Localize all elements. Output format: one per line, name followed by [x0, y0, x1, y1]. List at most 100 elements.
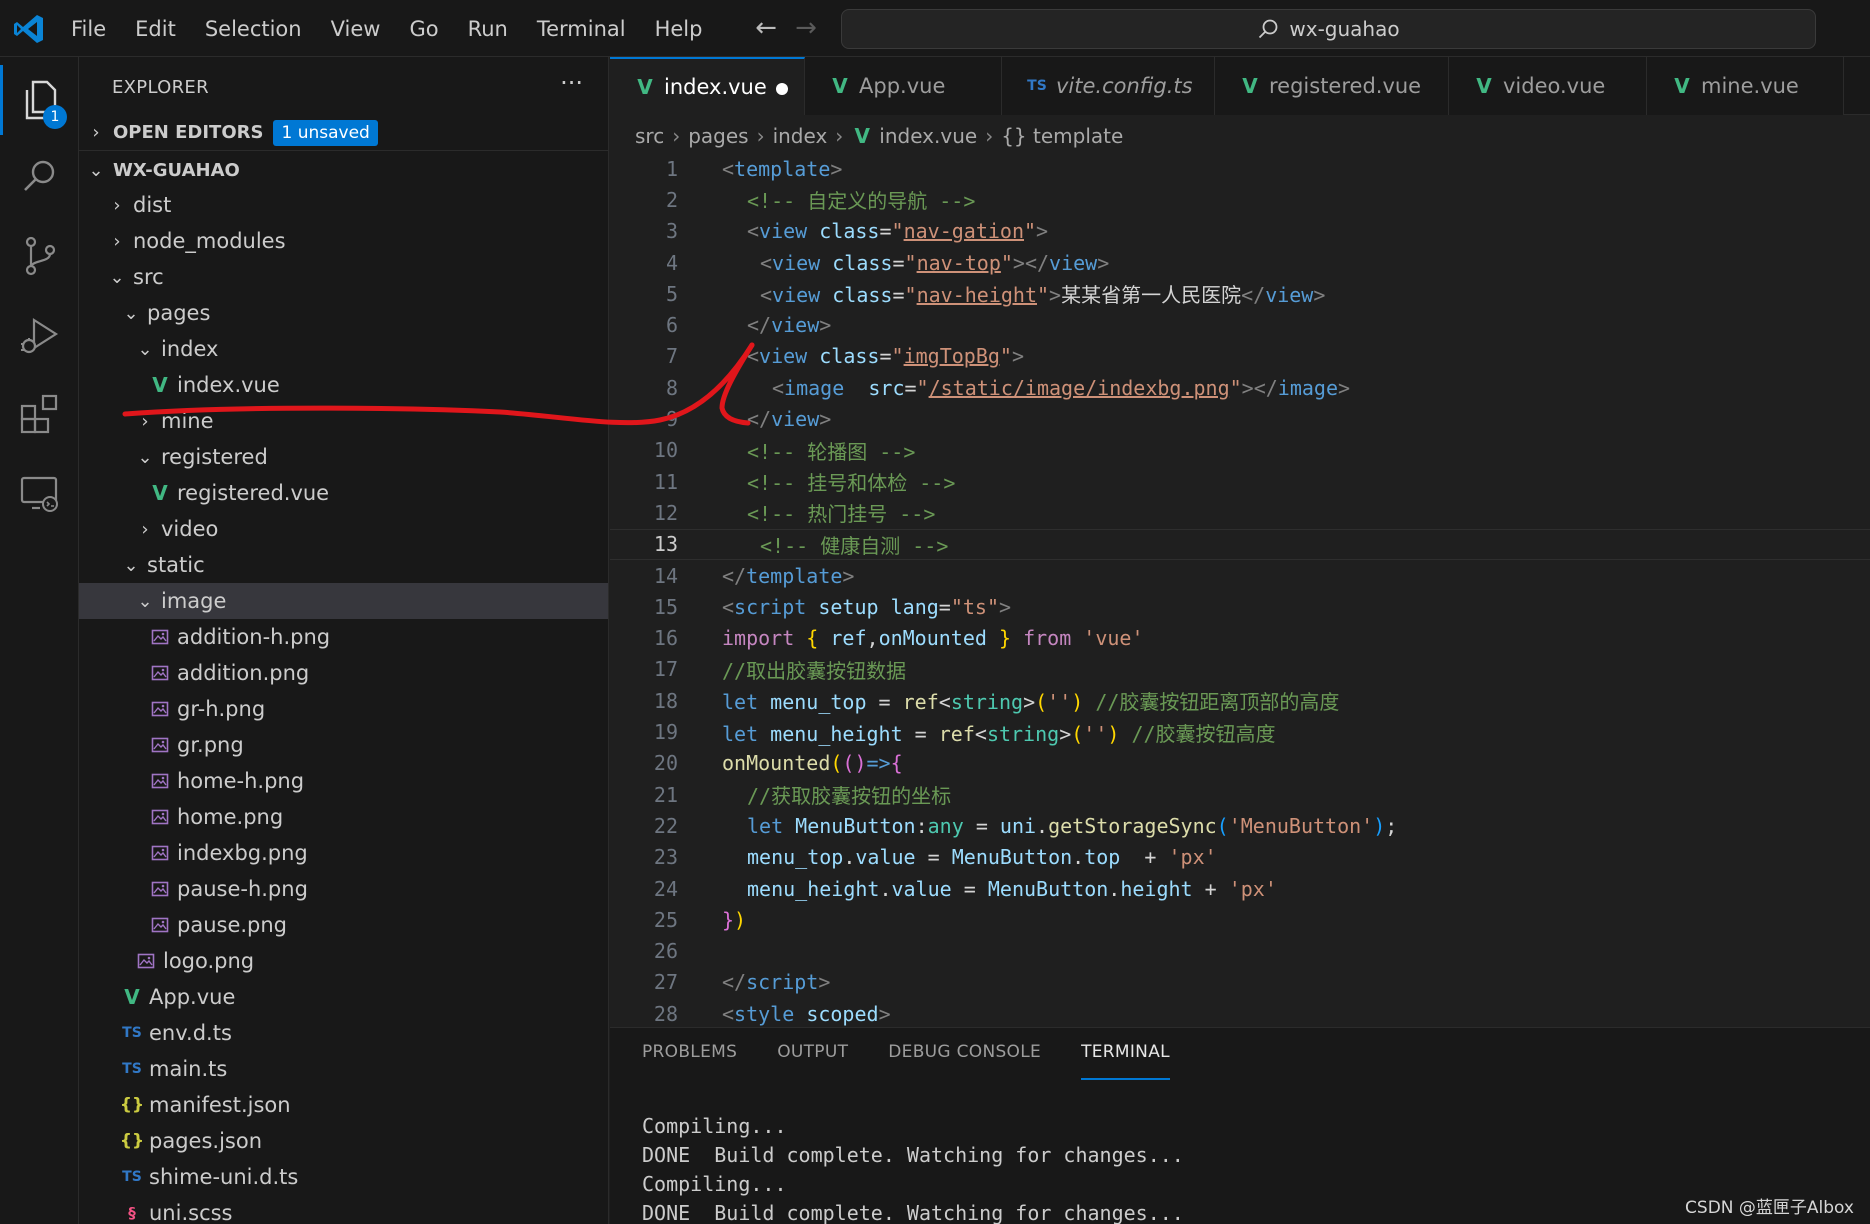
breadcrumb-item[interactable]: pages	[688, 124, 748, 148]
command-center-search[interactable]: wx-guahao	[841, 9, 1816, 49]
tree-item[interactable]: TS shime-uni.d.ts	[79, 1159, 608, 1195]
tree-item[interactable]: ⌄ pages	[79, 295, 608, 331]
code-line-current: 13 <!-- 健康自测 -->	[610, 528, 1870, 560]
tree-item[interactable]: § uni.scss	[79, 1195, 608, 1224]
tree-item-label: pause.png	[177, 913, 288, 937]
line-number: 19	[653, 720, 678, 745]
tree-item-label: pages.json	[149, 1129, 262, 1153]
more-actions-icon[interactable]: ···	[560, 69, 583, 97]
breadcrumb-item[interactable]: src	[635, 124, 664, 148]
tab-problems[interactable]: PROBLEMS	[642, 1042, 737, 1080]
tree-item[interactable]: {} pages.json	[79, 1123, 608, 1159]
tree-item-label: home-h.png	[177, 769, 305, 793]
tree-item-label: home.png	[177, 805, 284, 829]
forward-arrow-icon[interactable]: →	[786, 12, 826, 44]
breadcrumb: src › pages › index › V index.vue › {} t…	[635, 121, 1123, 151]
vscode-logo-icon[interactable]	[12, 12, 46, 46]
tab-output[interactable]: OUTPUT	[777, 1042, 848, 1080]
breadcrumb-item[interactable]: index.vue	[879, 124, 977, 148]
tab-video-vue[interactable]: V video.vue	[1449, 57, 1647, 115]
tree-item[interactable]: gr-h.png	[79, 691, 608, 727]
tree-item-label: pages	[147, 301, 211, 325]
tab-terminal[interactable]: TERMINAL	[1081, 1042, 1170, 1080]
menu-file[interactable]: File	[71, 17, 106, 41]
tree-item[interactable]: Vregistered.vue	[79, 475, 608, 511]
vue-file-icon: V	[124, 985, 140, 1009]
source-control-icon[interactable]	[0, 221, 79, 291]
tree-item-label: static	[147, 553, 205, 577]
menu-view[interactable]: View	[331, 17, 381, 41]
tree-item[interactable]: ⌄ image	[79, 583, 608, 619]
tree-item[interactable]: pause-h.png	[79, 871, 608, 907]
code-line: 5 <view class="nav-height">某某省第一人民医院</vi…	[610, 278, 1870, 309]
back-arrow-icon[interactable]: ←	[746, 12, 786, 44]
terminal-output[interactable]: Compiling... DONE Build complete. Watchi…	[642, 1114, 1184, 1224]
run-debug-icon[interactable]	[0, 301, 79, 371]
menu-help[interactable]: Help	[655, 17, 703, 41]
menu-terminal[interactable]: Terminal	[537, 17, 626, 41]
tree-item[interactable]: › dist	[79, 187, 608, 223]
tree-item[interactable]: addition-h.png	[79, 619, 608, 655]
project-section[interactable]: ⌄ WX-GUAHAO	[79, 152, 608, 188]
code-line: 24 menu_height.value = MenuButton.height…	[610, 873, 1870, 904]
image-file-icon	[149, 736, 171, 754]
tree-item[interactable]: Vindex.vue	[79, 367, 608, 403]
tab-mine-vue[interactable]: V mine.vue	[1647, 57, 1844, 115]
code-line: 6 </view>	[610, 310, 1870, 341]
tree-item[interactable]: › node_modules	[79, 223, 608, 259]
breadcrumb-item[interactable]: index	[773, 124, 828, 148]
breadcrumb-separator-icon: ›	[672, 124, 681, 148]
tree-item[interactable]: addition.png	[79, 655, 608, 691]
tree-item[interactable]: indexbg.png	[79, 835, 608, 871]
tree-item[interactable]: TS main.ts	[79, 1051, 608, 1087]
menu-go[interactable]: Go	[409, 17, 438, 41]
code-line: 26	[610, 936, 1870, 967]
tree-item[interactable]: gr.png	[79, 727, 608, 763]
code-text: <!-- 健康自测 -->	[760, 533, 949, 558]
tab-index-vue[interactable]: V index.vue	[610, 57, 805, 115]
tree-item[interactable]: V App.vue	[79, 979, 608, 1015]
tab-vite-config[interactable]: TS vite.config.ts	[1002, 57, 1215, 115]
line-number: 13	[653, 532, 678, 557]
tree-item[interactable]: {} manifest.json	[79, 1087, 608, 1123]
breadcrumb-separator-icon: ›	[756, 124, 765, 148]
tree-item[interactable]: ⌄ src	[79, 259, 608, 295]
terminal-line: Compiling...	[642, 1172, 787, 1196]
code-line: 16 import { ref,onMounted } from 'vue'	[610, 623, 1870, 654]
tree-item[interactable]: logo.png	[79, 943, 608, 979]
tree-item[interactable]: › video	[79, 511, 608, 547]
image-file-icon	[149, 628, 171, 646]
menu-edit[interactable]: Edit	[135, 17, 176, 41]
tree-item-label: manifest.json	[149, 1093, 291, 1117]
extensions-icon[interactable]	[0, 379, 79, 449]
tree-item[interactable]: home.png	[79, 799, 608, 835]
tab-registered-vue[interactable]: V registered.vue	[1215, 57, 1449, 115]
tree-item-label: video	[161, 517, 219, 541]
open-editors-section[interactable]: › OPEN EDITORS 1 unsaved	[79, 115, 608, 151]
remote-explorer-icon[interactable]	[0, 459, 79, 529]
tree-item[interactable]: › mine	[79, 403, 608, 439]
tree-item[interactable]: ⌄ static	[79, 547, 608, 583]
tree-item-label: shime-uni.d.ts	[149, 1165, 299, 1189]
vue-file-icon: V	[152, 481, 168, 505]
tree-item[interactable]: TS env.d.ts	[79, 1015, 608, 1051]
search-icon[interactable]	[0, 141, 79, 211]
tree-item[interactable]: ⌄ index	[79, 331, 608, 367]
tab-debug-console[interactable]: DEBUG CONSOLE	[888, 1042, 1041, 1080]
code-text: </view>	[747, 407, 832, 432]
tree-item-label: addition-h.png	[177, 625, 331, 649]
tree-item[interactable]: ⌄ registered	[79, 439, 608, 475]
explorer-icon[interactable]: 1	[0, 65, 79, 135]
tree-item[interactable]: pause.png	[79, 907, 608, 943]
image-file-icon	[149, 916, 171, 934]
tree-item[interactable]: home-h.png	[79, 763, 608, 799]
tree-item-label: uni.scss	[149, 1201, 233, 1224]
code-text: <template>	[722, 156, 843, 181]
breadcrumb-item[interactable]: {} template	[1001, 124, 1123, 148]
unsaved-dot-icon[interactable]	[776, 83, 788, 95]
code-text: <!-- 挂号和体检 -->	[747, 471, 956, 496]
menu-selection[interactable]: Selection	[205, 17, 302, 41]
menu-run[interactable]: Run	[468, 17, 508, 41]
tab-app-vue[interactable]: V App.vue	[805, 57, 1002, 115]
code-text: <style scoped>	[722, 1001, 891, 1026]
